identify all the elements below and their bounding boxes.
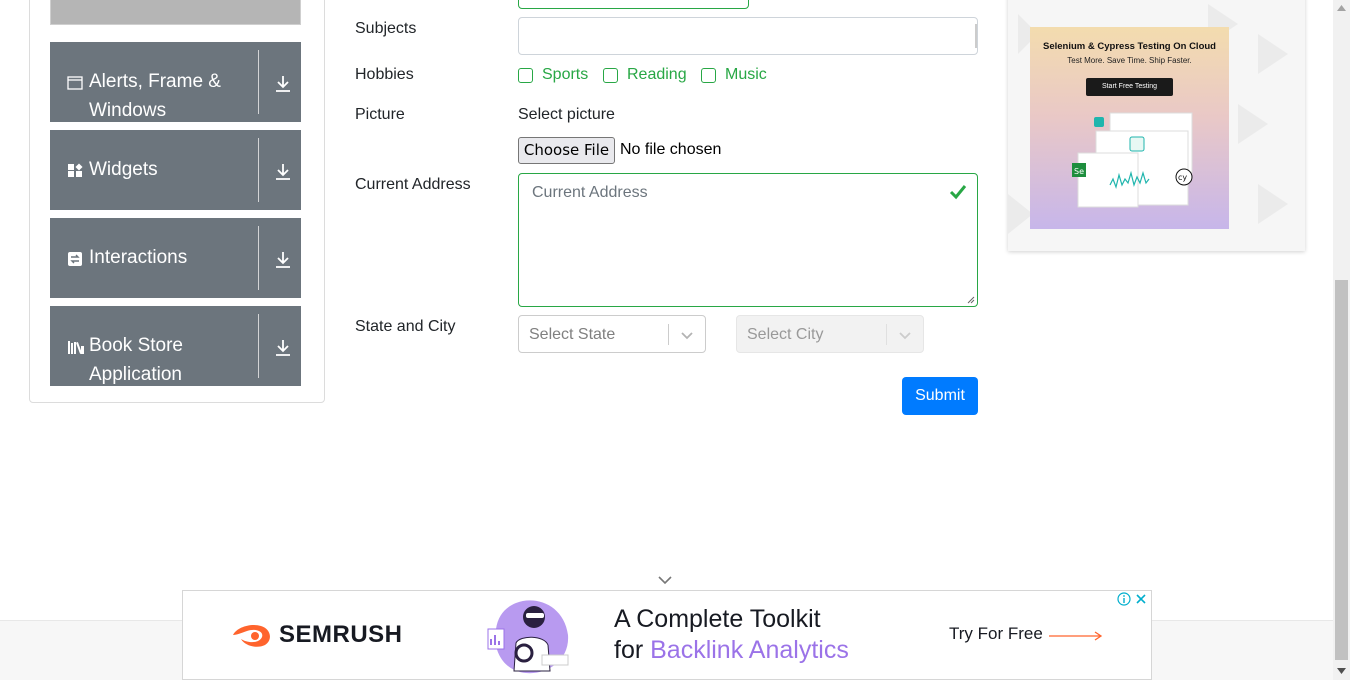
subjects-input-edge (975, 24, 977, 48)
hobby-music-label[interactable]: Music (725, 66, 767, 84)
resize-grip-icon[interactable] (967, 296, 975, 304)
ad-brand: SEMRUSH (279, 621, 403, 648)
state-city-label: State and City (355, 318, 456, 335)
choose-file-button[interactable]: Choose File (518, 137, 615, 164)
dashboard-illustration: Se cy (1072, 112, 1193, 208)
city-placeholder: Select City (747, 326, 824, 343)
arrow-right-icon (1049, 631, 1103, 641)
ad-info-icon[interactable] (1117, 592, 1131, 606)
chevron-down-icon (681, 332, 693, 340)
sidebar-item-interactions[interactable]: Interactions (50, 218, 301, 298)
valid-check-icon (949, 185, 967, 200)
divider (258, 226, 259, 290)
hobby-sports-label[interactable]: Sports (542, 66, 588, 84)
side-advertisement[interactable]: Selenium & Cypress Testing On Cloud Test… (1008, 0, 1305, 251)
sidebar-item-label-line2: Windows (89, 100, 167, 121)
semrush-logo-icon (233, 625, 270, 647)
file-status: No file chosen (620, 141, 722, 158)
hobby-music-checkbox[interactable] (701, 68, 716, 83)
sidebar-item-collapsed-above[interactable] (50, 0, 301, 25)
subjects-input[interactable] (518, 17, 978, 55)
bookstore-icon (68, 341, 84, 354)
chevron-down-icon (899, 332, 911, 340)
ad-subline: Test More. Save Time. Ship Faster. (1067, 56, 1192, 65)
state-placeholder: Select State (529, 326, 616, 343)
divider (258, 314, 259, 378)
bottom-advertisement[interactable]: SEMRUSH A Complete Toolkit for Backlink … (182, 590, 1152, 680)
widgets-icon (68, 163, 83, 177)
state-select[interactable]: Select State (518, 315, 706, 353)
scroll-down-arrow-icon[interactable] (1337, 667, 1346, 675)
page-scrollbar[interactable] (1333, 0, 1350, 680)
current-address-textarea[interactable]: Current Address (518, 173, 978, 307)
sidebar-item-label-line2: Application (89, 364, 182, 385)
window-icon (67, 76, 83, 90)
sidebar-item-book-store-application[interactable]: Book Store Application (50, 306, 301, 386)
sidebar-item-label: Widgets (89, 159, 158, 180)
sidebar-item-label: Alerts, Frame & (89, 71, 221, 92)
scrollbar-thumb[interactable] (1335, 280, 1348, 660)
download-icon (276, 76, 290, 92)
scroll-up-arrow-icon[interactable] (1337, 4, 1346, 12)
sidebar-item-alerts-frame-windows[interactable]: Alerts, Frame & Windows (50, 42, 301, 122)
interactions-icon (68, 252, 82, 266)
current-address-label: Current Address (355, 176, 471, 193)
download-icon (276, 340, 290, 356)
sidebar-item-label: Book Store (89, 335, 183, 356)
picture-prompt: Select picture (518, 106, 615, 123)
picture-label: Picture (355, 106, 405, 123)
collapse-chevron-icon[interactable] (657, 575, 673, 585)
divider (258, 138, 259, 202)
ad-headline-line2: for Backlink Analytics (614, 636, 849, 665)
ad-creative[interactable]: Selenium & Cypress Testing On Cloud Test… (1030, 27, 1229, 229)
ad-headline-prefix: for (614, 636, 651, 664)
hobby-sports-checkbox[interactable] (518, 68, 533, 83)
select-separator (668, 324, 669, 345)
ad-headline-highlight: Backlink Analytics (650, 636, 849, 664)
download-icon (276, 164, 290, 180)
ad-headline-line1: A Complete Toolkit (614, 605, 821, 633)
svg-text:cy: cy (1178, 173, 1187, 182)
divider (258, 50, 259, 114)
ad-cta-link[interactable]: Try For Free (949, 624, 1043, 644)
svg-text:Se: Se (1074, 167, 1084, 176)
hobby-reading-checkbox[interactable] (603, 68, 618, 83)
hobby-reading-label[interactable]: Reading (627, 66, 687, 84)
ad-close-icon[interactable] (1134, 592, 1148, 606)
select-separator (886, 324, 887, 345)
subjects-label: Subjects (355, 20, 417, 37)
current-address-placeholder: Current Address (532, 184, 648, 201)
submit-button[interactable]: Submit (902, 377, 978, 415)
ad-character-illustration (487, 600, 569, 674)
sidebar-item-label: Interactions (89, 247, 188, 268)
ad-cta-button[interactable]: Start Free Testing (1086, 78, 1173, 96)
ad-headline: Selenium & Cypress Testing On Cloud (1043, 41, 1216, 52)
sidebar-item-widgets[interactable]: Widgets (50, 130, 301, 210)
download-icon (276, 252, 290, 268)
city-select[interactable]: Select City (736, 315, 924, 353)
previous-field-input[interactable] (518, 0, 749, 9)
hobbies-label: Hobbies (355, 66, 414, 83)
